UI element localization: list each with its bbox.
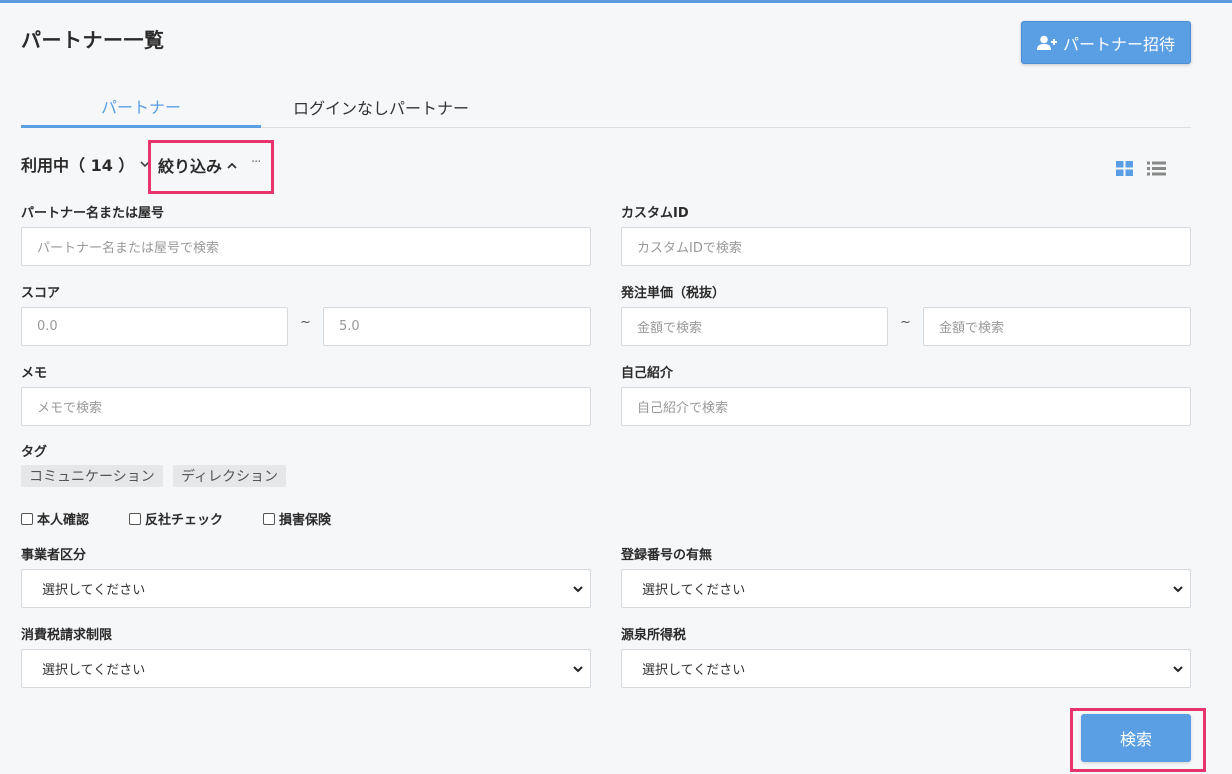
- registration-value: 選択してください: [642, 583, 746, 598]
- grid-view-icon[interactable]: [1116, 161, 1133, 176]
- invite-partner-label: パートナー招待: [1062, 34, 1175, 54]
- withholding-select[interactable]: 選択してください: [621, 649, 1191, 688]
- chevron-up-icon: [227, 159, 237, 172]
- checkbox-label: 本人確認: [37, 513, 90, 528]
- registration-label: 登録番号の有無: [621, 548, 713, 563]
- antisocial-check-checkbox[interactable]: 反社チェック: [129, 509, 223, 528]
- top-accent-line: [0, 0, 1232, 3]
- score-min-input[interactable]: 0.0: [21, 307, 288, 346]
- tab-bar: パートナー ログインなしパートナー: [21, 86, 1191, 128]
- business-type-select[interactable]: 選択してください: [21, 569, 591, 608]
- status-dropdown[interactable]: 利用中（ 14 ）: [21, 152, 150, 176]
- withholding-value: 選択してください: [642, 663, 746, 678]
- tax-limit-value: 選択してください: [42, 663, 146, 678]
- chevron-down-icon: [1173, 666, 1183, 673]
- score-label: スコア: [21, 286, 61, 301]
- intro-input[interactable]: 自己紹介で検索: [621, 387, 1191, 426]
- status-label: 利用中（ 14 ）: [21, 156, 135, 175]
- order-price-min-input[interactable]: 金額で検索: [621, 307, 888, 346]
- memo-label: メモ: [21, 366, 48, 381]
- custom-id-input[interactable]: カスタムIDで検索: [621, 227, 1191, 266]
- order-price-label: 発注単価（税抜）: [621, 286, 726, 301]
- price-range-tilde: ~: [900, 315, 911, 330]
- checkbox-label: 反社チェック: [145, 513, 224, 528]
- tag-direction[interactable]: ディレクション: [173, 465, 287, 487]
- narrow-toggle[interactable]: 絞り込み: [158, 153, 237, 177]
- registration-select[interactable]: 選択してください: [621, 569, 1191, 608]
- partner-name-input[interactable]: パートナー名または屋号で検索: [21, 227, 591, 266]
- tags-label: タグ: [21, 445, 48, 460]
- tax-limit-select[interactable]: 選択してください: [21, 649, 591, 688]
- invite-partner-button[interactable]: パートナー招待: [1021, 21, 1191, 64]
- tax-limit-label: 消費税請求制限: [21, 628, 113, 643]
- order-price-max-input[interactable]: 金額で検索: [923, 307, 1191, 346]
- business-type-label: 事業者区分: [21, 548, 87, 563]
- checkbox-box: [129, 512, 141, 525]
- chevron-down-icon: [573, 586, 583, 593]
- insurance-checkbox[interactable]: 損害保険: [263, 509, 331, 528]
- intro-label: 自己紹介: [621, 366, 674, 381]
- custom-id-label: カスタムID: [621, 206, 689, 221]
- checkbox-label: 損害保険: [279, 513, 332, 528]
- tag-communication[interactable]: コミュニケーション: [21, 465, 163, 487]
- page-title: パートナー一覧: [21, 28, 165, 52]
- chevron-down-icon: [573, 666, 583, 673]
- tab-partner[interactable]: パートナー: [21, 86, 261, 128]
- score-max-input[interactable]: 5.0: [323, 307, 591, 346]
- user-plus-icon: [1036, 35, 1057, 50]
- score-range-tilde: ~: [300, 315, 311, 330]
- chevron-down-icon: [1173, 586, 1183, 593]
- filter-bar: 利用中（ 14 ）: [21, 152, 150, 176]
- business-type-value: 選択してください: [42, 583, 146, 598]
- narrow-label: 絞り込み: [158, 157, 223, 176]
- partner-name-label: パートナー名または屋号: [21, 206, 165, 221]
- checkbox-box: [21, 512, 33, 525]
- checkbox-box: [263, 512, 275, 525]
- more-options-icon[interactable]: ···: [251, 155, 261, 170]
- memo-input[interactable]: メモで検索: [21, 387, 591, 426]
- search-button[interactable]: 検索: [1081, 714, 1191, 762]
- list-view-icon[interactable]: [1147, 161, 1166, 176]
- identity-check-checkbox[interactable]: 本人確認: [21, 509, 89, 528]
- withholding-label: 源泉所得税: [621, 628, 687, 643]
- tab-no-login-partner[interactable]: ログインなしパートナー: [261, 86, 501, 128]
